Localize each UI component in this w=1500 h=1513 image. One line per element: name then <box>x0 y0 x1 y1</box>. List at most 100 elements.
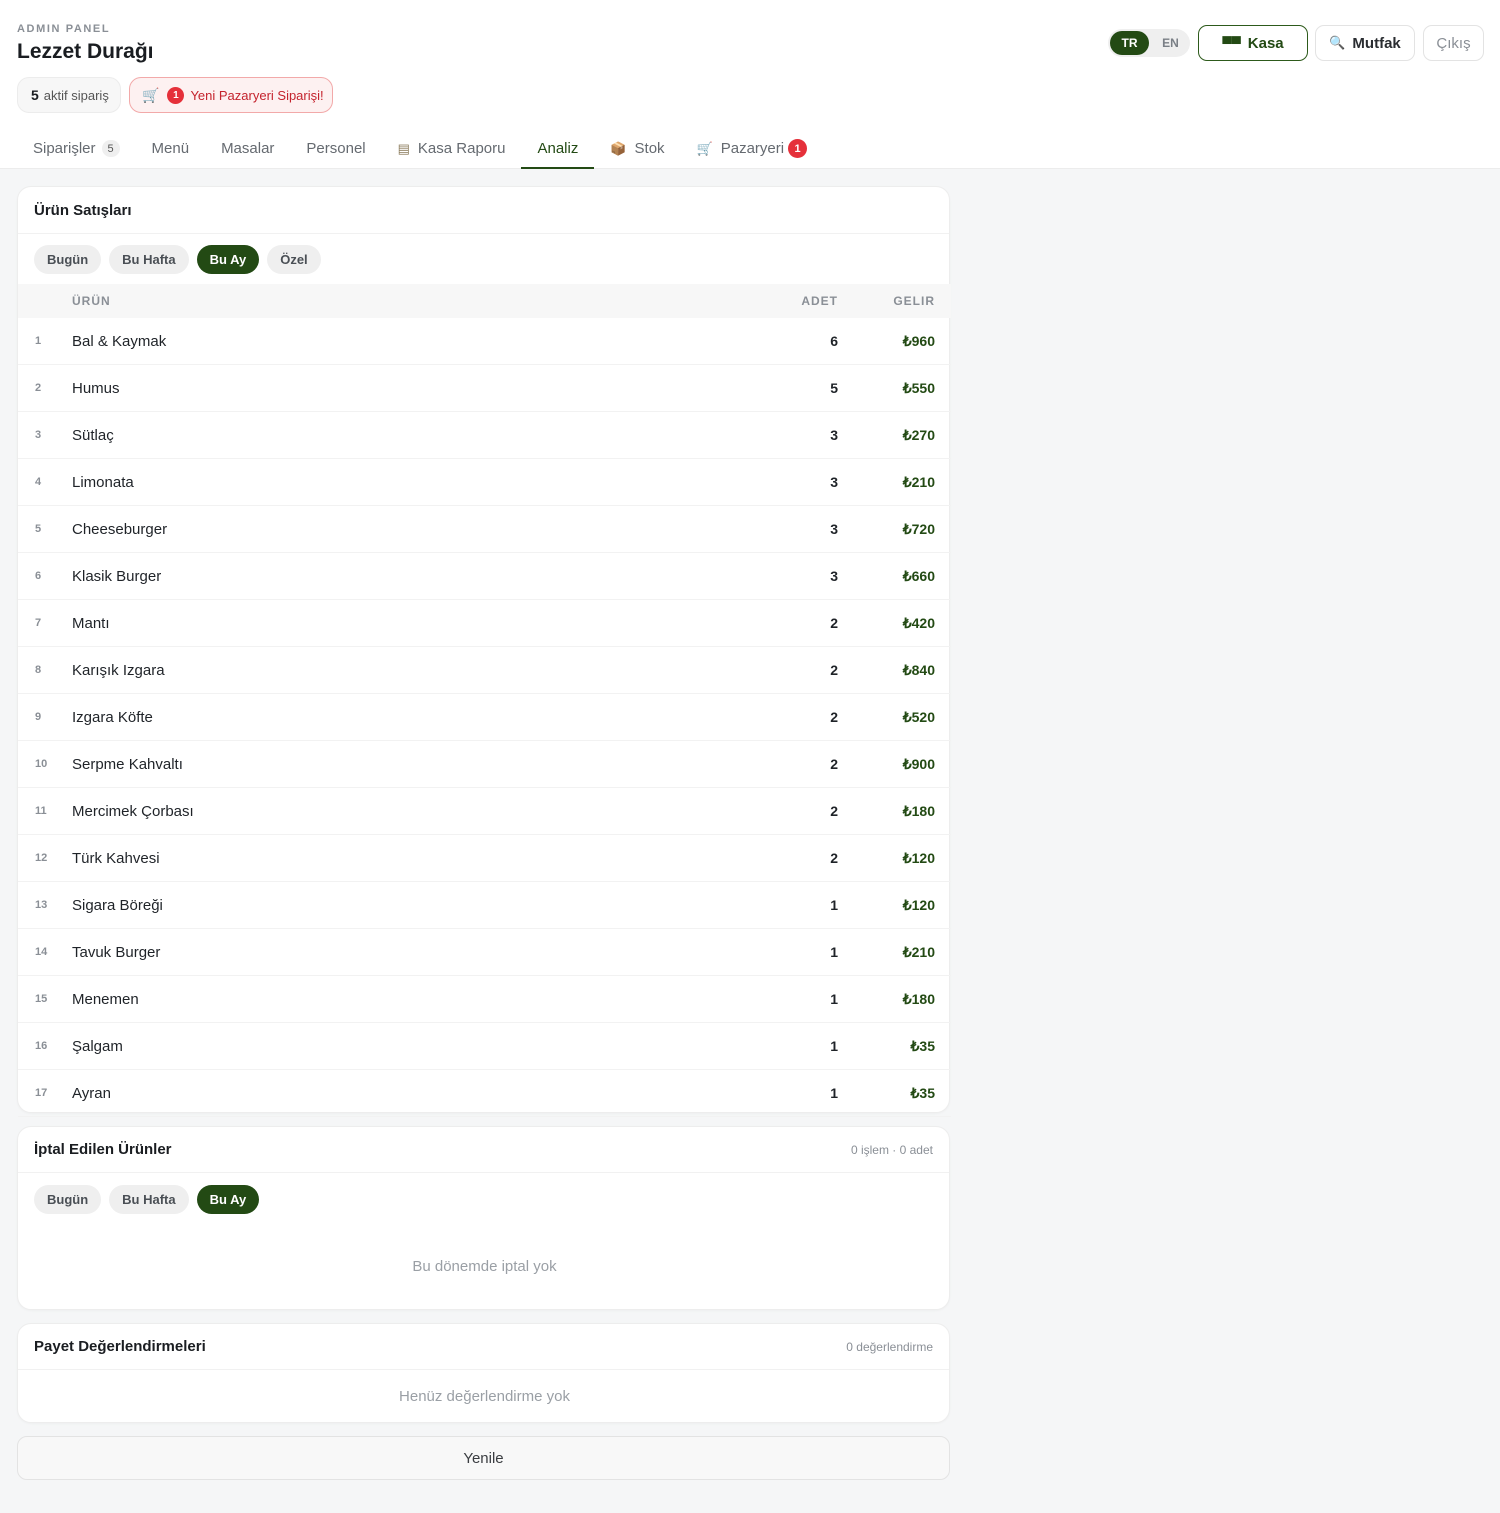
tab-staff[interactable]: Personel <box>290 128 381 169</box>
monitor-icon: ▀▀ <box>1222 35 1241 51</box>
filter-this-week[interactable]: Bu Hafta <box>109 245 189 274</box>
language-toggle: TR EN <box>1108 29 1190 57</box>
table-row: 1 Bal & Kaymak 6 ₺960 <box>18 318 951 365</box>
product-qty: 3 <box>830 521 838 537</box>
cancelled-meta: 0 işlem · 0 adet <box>850 1143 933 1157</box>
lang-tr-option[interactable]: TR <box>1110 31 1149 55</box>
row-index: 2 <box>35 382 42 394</box>
marketplace-alert[interactable]: 🛒 1 Yeni Pazaryeri Siparişi! <box>129 77 333 113</box>
orders-count-badge: 5 <box>101 140 120 157</box>
product-name: Şalgam <box>72 1038 123 1055</box>
card-title: İptal Edilen Ürünler <box>34 1141 172 1158</box>
tab-label: Personel <box>306 140 366 157</box>
product-revenue: ₺210 <box>902 474 935 490</box>
product-sales-card: Ürün Satışları Bugün Bu Hafta Bu Ay Özel… <box>17 186 951 1117</box>
tab-label: Analiz <box>537 140 579 157</box>
kasa-button[interactable]: ▀▀ Kasa <box>1198 25 1308 61</box>
table-row: 5 Cheeseburger 3 ₺720 <box>18 506 951 553</box>
filter-this-month[interactable]: Bu Ay <box>196 1185 260 1214</box>
filter-this-week[interactable]: Bu Hafta <box>109 1185 189 1214</box>
product-revenue: ₺180 <box>902 803 935 819</box>
col-qty: ADET <box>801 294 838 308</box>
logout-button[interactable]: Çıkış <box>1423 25 1484 61</box>
main-tabs: Siparişler 5 Menü Masalar Personel ▤ Kas… <box>17 128 823 169</box>
row-index: 17 <box>35 1087 48 1099</box>
product-name: Izgara Köfte <box>72 709 153 726</box>
box-icon: 📦 <box>610 140 627 156</box>
admin-panel-eyebrow: ADMIN PANEL <box>17 23 111 35</box>
product-name: Sütlaç <box>72 427 114 444</box>
filter-today[interactable]: Bugün <box>34 1185 102 1214</box>
product-revenue: ₺420 <box>902 615 935 631</box>
marketplace-alert-text: Yeni Pazaryeri Siparişi! <box>190 87 324 103</box>
product-name: Tavuk Burger <box>72 944 161 961</box>
tab-menu[interactable]: Menü <box>136 128 206 169</box>
ratings-meta: 0 değerlendirme <box>846 1340 933 1354</box>
product-qty: 2 <box>830 615 838 631</box>
table-row: 11 Mercimek Çorbası 2 ₺180 <box>18 788 951 835</box>
product-qty: 1 <box>830 991 838 1007</box>
table-row: 4 Limonata 3 ₺210 <box>18 459 951 506</box>
product-revenue: ₺720 <box>902 521 935 537</box>
product-revenue: ₺960 <box>902 333 935 349</box>
product-qty: 5 <box>830 380 838 396</box>
product-name: Türk Kahvesi <box>72 850 160 867</box>
product-name: Cheeseburger <box>72 521 168 538</box>
product-revenue: ₺840 <box>902 662 935 678</box>
tab-analysis[interactable]: Analiz <box>521 128 595 169</box>
empty-state: Bu dönemde iptal yok <box>412 1258 557 1275</box>
product-revenue: ₺120 <box>902 897 935 913</box>
product-qty: 3 <box>830 427 838 443</box>
table-row: 16 Şalgam 1 ₺35 <box>18 1023 951 1070</box>
mutfak-button[interactable]: 🔍 Mutfak <box>1315 25 1415 61</box>
tab-cash-report[interactable]: ▤ Kasa Raporu <box>382 128 522 169</box>
cart-icon: 🛒 <box>696 140 713 156</box>
product-name: Mantı <box>72 615 110 632</box>
filter-today[interactable]: Bugün <box>34 245 102 274</box>
divider <box>18 233 949 234</box>
tab-tables[interactable]: Masalar <box>205 128 290 169</box>
tab-label: Stok <box>634 140 665 157</box>
row-index: 14 <box>35 946 48 958</box>
tab-label: Siparişler <box>33 140 96 157</box>
col-revenue: GELIR <box>893 294 935 308</box>
product-revenue: ₺550 <box>902 380 935 396</box>
product-revenue: ₺35 <box>910 1038 935 1054</box>
refresh-button[interactable]: Yenile <box>17 1436 950 1480</box>
row-index: 12 <box>35 852 48 864</box>
product-name: Mercimek Çorbası <box>72 803 194 820</box>
table-row: 8 Karışık Izgara 2 ₺840 <box>18 647 951 694</box>
active-orders-pill[interactable]: 5 aktif sipariş <box>17 77 121 113</box>
cart-icon: 🛒 <box>142 86 160 103</box>
cancelled-items-card: İptal Edilen Ürünler 0 işlem · 0 adet Bu… <box>17 1126 950 1310</box>
product-name: Menemen <box>72 991 139 1008</box>
row-index: 16 <box>35 1040 48 1052</box>
product-revenue: ₺210 <box>902 944 935 960</box>
active-orders-count: 5 <box>31 87 39 103</box>
row-index: 11 <box>35 805 47 817</box>
filter-this-month[interactable]: Bu Ay <box>196 245 260 274</box>
table-row: 9 Izgara Köfte 2 ₺520 <box>18 694 951 741</box>
filter-custom[interactable]: Özel <box>267 245 321 274</box>
row-index: 1 <box>35 335 42 347</box>
product-name: Karışık Izgara <box>72 662 165 679</box>
tab-orders[interactable]: Siparişler 5 <box>17 128 136 169</box>
receipt-icon: ▤ <box>397 140 410 156</box>
product-qty: 2 <box>830 850 838 866</box>
tab-marketplace[interactable]: 🛒 Pazaryeri 1 <box>681 128 824 169</box>
row-index: 9 <box>35 711 42 723</box>
tab-stock[interactable]: 📦 Stok <box>594 128 680 169</box>
row-index: 15 <box>35 993 48 1005</box>
table-row: 10 Serpme Kahvaltı 2 ₺900 <box>18 741 951 788</box>
table-row: 14 Tavuk Burger 1 ₺210 <box>18 929 951 976</box>
product-qty: 1 <box>830 1085 838 1101</box>
lang-en-option[interactable]: EN <box>1151 31 1190 55</box>
product-qty: 1 <box>830 944 838 960</box>
product-qty: 1 <box>830 1038 838 1054</box>
product-qty: 2 <box>830 756 838 772</box>
row-index: 8 <box>35 664 42 676</box>
card-title: Ürün Satışları <box>34 202 132 219</box>
kasa-label: Kasa <box>1247 34 1284 52</box>
product-qty: 3 <box>830 568 838 584</box>
period-filters: Bugün Bu Hafta Bu Ay Özel <box>34 245 329 274</box>
